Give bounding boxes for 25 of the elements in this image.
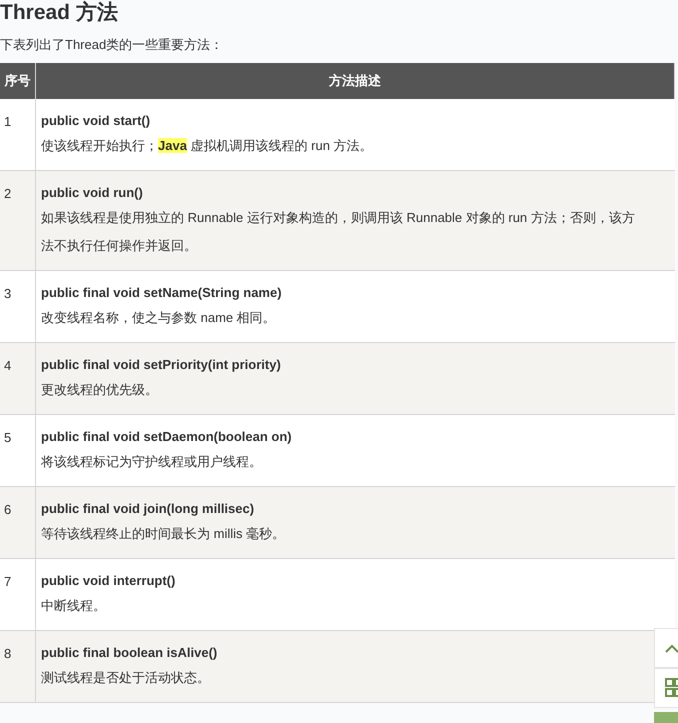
column-header: 序号	[0, 63, 36, 99]
method-description: 测试线程是否处于活动状态。	[41, 669, 211, 687]
method-signature: public final void join(long millisec)	[41, 500, 256, 518]
method-signature: public void start()	[41, 112, 152, 130]
intro-text: 下表列出了Thread类的一些重要方法：	[0, 36, 224, 54]
method-signature: public final boolean isAlive()	[41, 644, 218, 662]
method-description: 改变线程名称，使之与参数 name 相同。	[41, 309, 277, 327]
page-title: Thread 方法	[0, 0, 119, 26]
method-description: 等待该线程终止的时间最长为 millis 毫秒。	[41, 525, 286, 543]
method-signature: public final void setName(String name)	[41, 284, 283, 302]
method-signature: public void interrupt()	[41, 572, 176, 590]
method-signature: public final void setDaemon(boolean on)	[41, 428, 293, 446]
column-header: 方法描述	[36, 63, 674, 99]
chevron-up-icon	[665, 644, 678, 652]
qr-code-icon	[665, 678, 678, 698]
method-description: 如果该线程是使用独立的 Runnable 运行对象构造的，则调用该 Runnable 对象的 run 方法；否则，该方法不执行任何操作并返回。	[41, 209, 636, 255]
method-description: 将该线程标记为守护线程或用户线程。	[41, 453, 263, 471]
method-description: 使该线程开始执行；Java 虚拟机调用该线程的 run 方法。	[41, 137, 374, 155]
method-description: 中断线程。	[41, 597, 107, 615]
method-description: 更改线程的优先级。	[41, 381, 159, 399]
qr-code-button[interactable]	[654, 668, 678, 708]
method-signature: public void run()	[41, 184, 144, 202]
method-signature: public final void setPriority(int priority)	[41, 356, 282, 374]
back-to-top-button[interactable]	[654, 628, 678, 668]
row-number: 8	[0, 630, 36, 702]
